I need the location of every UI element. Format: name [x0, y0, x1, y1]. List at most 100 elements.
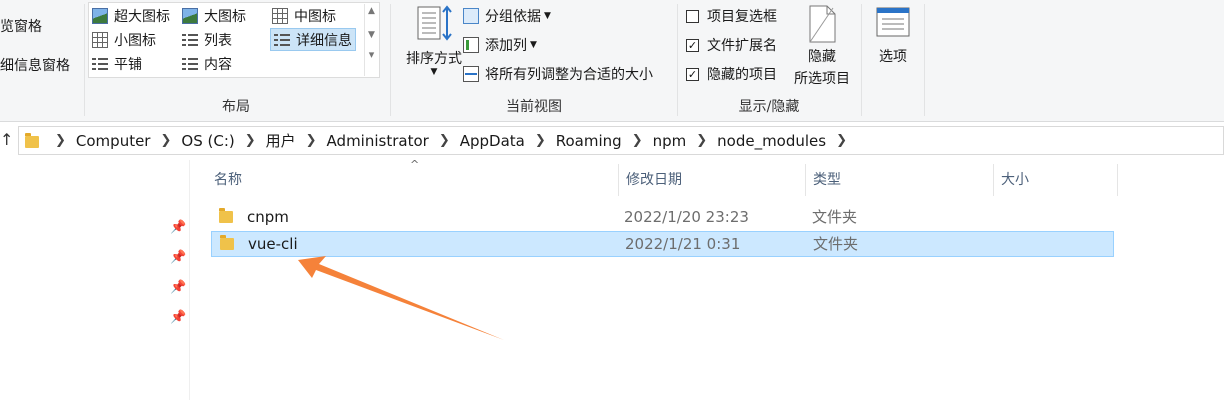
hide-selected-label-2: 所选项目: [794, 71, 850, 87]
expand-gallery-icon[interactable]: ▾: [365, 48, 378, 61]
options-button[interactable]: 选项: [868, 6, 918, 66]
breadcrumb-npm[interactable]: npm ❯: [653, 132, 718, 150]
sort-icon: [417, 5, 452, 41]
column-headers: ^ 名称 修改日期 类型 大小: [200, 158, 1118, 196]
options-group: 选项: [862, 0, 924, 122]
item-checkboxes-checkbox[interactable]: [686, 9, 699, 23]
folder-icon: [219, 208, 233, 223]
large-icons-button[interactable]: 大图标: [182, 5, 246, 27]
column-header-date-modified[interactable]: 修改日期: [618, 164, 805, 196]
item-checkboxes-label: 项目复选框: [707, 9, 777, 25]
breadcrumb-users[interactable]: 用户 ❯: [266, 130, 327, 151]
options-icon: [876, 7, 910, 37]
hidden-items-checkbox[interactable]: ✓: [686, 67, 699, 81]
breadcrumb-appdata[interactable]: AppData ❯: [460, 132, 556, 150]
chevron-right-icon[interactable]: ❯: [632, 133, 643, 148]
chevron-right-icon[interactable]: ❯: [245, 133, 256, 148]
list-view-button[interactable]: 列表: [182, 29, 232, 51]
breadcrumb-label: Roaming: [555, 131, 622, 150]
column-header-name[interactable]: 名称: [206, 164, 618, 196]
hide-selected-label-1: 隐藏: [808, 49, 836, 65]
show-hide-group: 项目复选框 ✓ 文件扩展名 ✓ 隐藏的项目 隐藏 所选项目 显示/隐藏: [678, 0, 860, 122]
chevron-right-icon[interactable]: ❯: [836, 133, 847, 148]
tiles-view-button[interactable]: 平铺: [92, 53, 142, 75]
breadcrumb-computer[interactable]: Computer ❯: [76, 132, 181, 150]
chevron-down-icon: ▼: [544, 11, 551, 21]
size-all-columns-button[interactable]: 将所有列调整为合适的大小: [463, 63, 653, 85]
file-row-cnpm[interactable]: cnpm 2022/1/20 23:23 文件夹: [211, 205, 1114, 231]
show-hide-group-label: 显示/隐藏: [738, 99, 800, 115]
current-view-group-label: 当前视图: [506, 99, 562, 115]
item-checkboxes-toggle[interactable]: 项目复选框: [686, 5, 777, 27]
chevron-right-icon[interactable]: ❯: [439, 133, 450, 148]
divider: [84, 4, 85, 116]
preview-pane-button[interactable]: 览窗格: [0, 15, 42, 37]
details-pane-label: 细信息窗格: [0, 58, 70, 74]
hidden-items-label: 隐藏的项目: [707, 67, 777, 83]
pin-icon[interactable]: 📌: [170, 280, 186, 295]
breadcrumb-label: node_modules: [717, 131, 827, 150]
group-by-icon: [463, 8, 479, 24]
column-header-type[interactable]: 类型: [805, 164, 993, 196]
column-divider[interactable]: [1117, 164, 1118, 196]
pin-icon[interactable]: 📌: [170, 220, 186, 235]
breadcrumb-label: Computer: [75, 131, 151, 150]
small-icons-button[interactable]: 小图标: [92, 29, 156, 51]
breadcrumb-node-modules[interactable]: node_modules ❯: [717, 132, 857, 150]
layout-group: 超大图标 大图标 中图标 小图标 列表 详细信息 平铺 内容 布局: [86, 0, 386, 122]
navigation-pane: 📌 📌 📌 📌: [0, 160, 190, 400]
hide-document-icon: [809, 5, 836, 43]
add-columns-label: 添加列: [485, 38, 527, 54]
file-type: 文件夹: [813, 235, 859, 253]
pin-icon[interactable]: 📌: [170, 250, 186, 265]
medium-icons-icon: [272, 8, 288, 24]
chevron-right-icon[interactable]: ❯: [160, 133, 171, 148]
details-view-button[interactable]: 详细信息: [270, 28, 356, 51]
file-name: cnpm: [247, 208, 289, 226]
layout-item-label: 列表: [204, 33, 232, 49]
breadcrumb-label: AppData: [459, 131, 525, 150]
tiles-icon: [92, 56, 108, 72]
breadcrumb-administrator[interactable]: Administrator ❯: [327, 132, 460, 150]
column-header-size[interactable]: 大小: [993, 164, 1117, 196]
large-icons-icon: [182, 8, 198, 24]
layout-item-label: 详细信息: [296, 32, 352, 49]
options-label: 选项: [879, 49, 907, 65]
divider: [924, 4, 925, 116]
breadcrumb-label: npm: [652, 131, 687, 150]
extra-large-icons-button[interactable]: 超大图标: [92, 5, 170, 27]
content-view-button[interactable]: 内容: [182, 53, 232, 75]
current-view-group: 排序方式 ▼ 分组依据 ▼ 添加列 ▼ 将所有列调整为合适的大小 当前视图: [391, 0, 677, 122]
up-arrow-icon[interactable]: ↑: [0, 130, 13, 149]
layout-gallery-scroll[interactable]: ▲ ▼ ▾: [364, 4, 378, 76]
add-columns-button[interactable]: 添加列 ▼: [463, 34, 537, 56]
chevron-right-icon[interactable]: ❯: [696, 133, 707, 148]
breadcrumb-os-c[interactable]: OS (C:) ❯: [181, 132, 265, 150]
file-extensions-checkbox[interactable]: ✓: [686, 38, 699, 52]
breadcrumb-roaming[interactable]: Roaming ❯: [556, 132, 653, 150]
scroll-down-icon[interactable]: ▼: [365, 30, 378, 40]
ribbon: 览窗格 细信息窗格 超大图标 大图标 中图标 小图标 列表 详细信息 平铺 内容…: [0, 0, 1224, 122]
details-icon: [274, 31, 290, 48]
chevron-down-icon: ▼: [530, 40, 537, 50]
file-extensions-toggle[interactable]: ✓ 文件扩展名: [686, 34, 777, 56]
chevron-right-icon: ❯: [55, 133, 66, 148]
sort-by-button[interactable]: 排序方式 ▼: [397, 4, 471, 77]
medium-icons-button[interactable]: 中图标: [272, 5, 336, 27]
hidden-items-toggle[interactable]: ✓ 隐藏的项目: [686, 63, 777, 85]
chevron-right-icon[interactable]: ❯: [306, 133, 317, 148]
chevron-right-icon[interactable]: ❯: [535, 133, 546, 148]
hide-selected-items-button[interactable]: 隐藏 所选项目: [790, 4, 854, 88]
preview-pane-label: 览窗格: [0, 19, 42, 35]
content-icon: [182, 56, 198, 72]
pin-icon[interactable]: 📌: [170, 310, 186, 325]
address-bar[interactable]: ❯ Computer ❯ OS (C:) ❯ 用户 ❯ Administrator ❯ …: [18, 126, 1224, 155]
details-pane-button[interactable]: 细信息窗格: [0, 54, 70, 76]
add-columns-icon: [463, 37, 479, 53]
layout-group-label: 布局: [222, 99, 250, 115]
group-by-button[interactable]: 分组依据 ▼: [463, 5, 551, 27]
breadcrumb-separator[interactable]: ❯: [45, 133, 76, 148]
scroll-up-icon[interactable]: ▲: [365, 6, 378, 16]
folder-icon: [25, 132, 39, 148]
layout-item-label: 大图标: [204, 9, 246, 25]
